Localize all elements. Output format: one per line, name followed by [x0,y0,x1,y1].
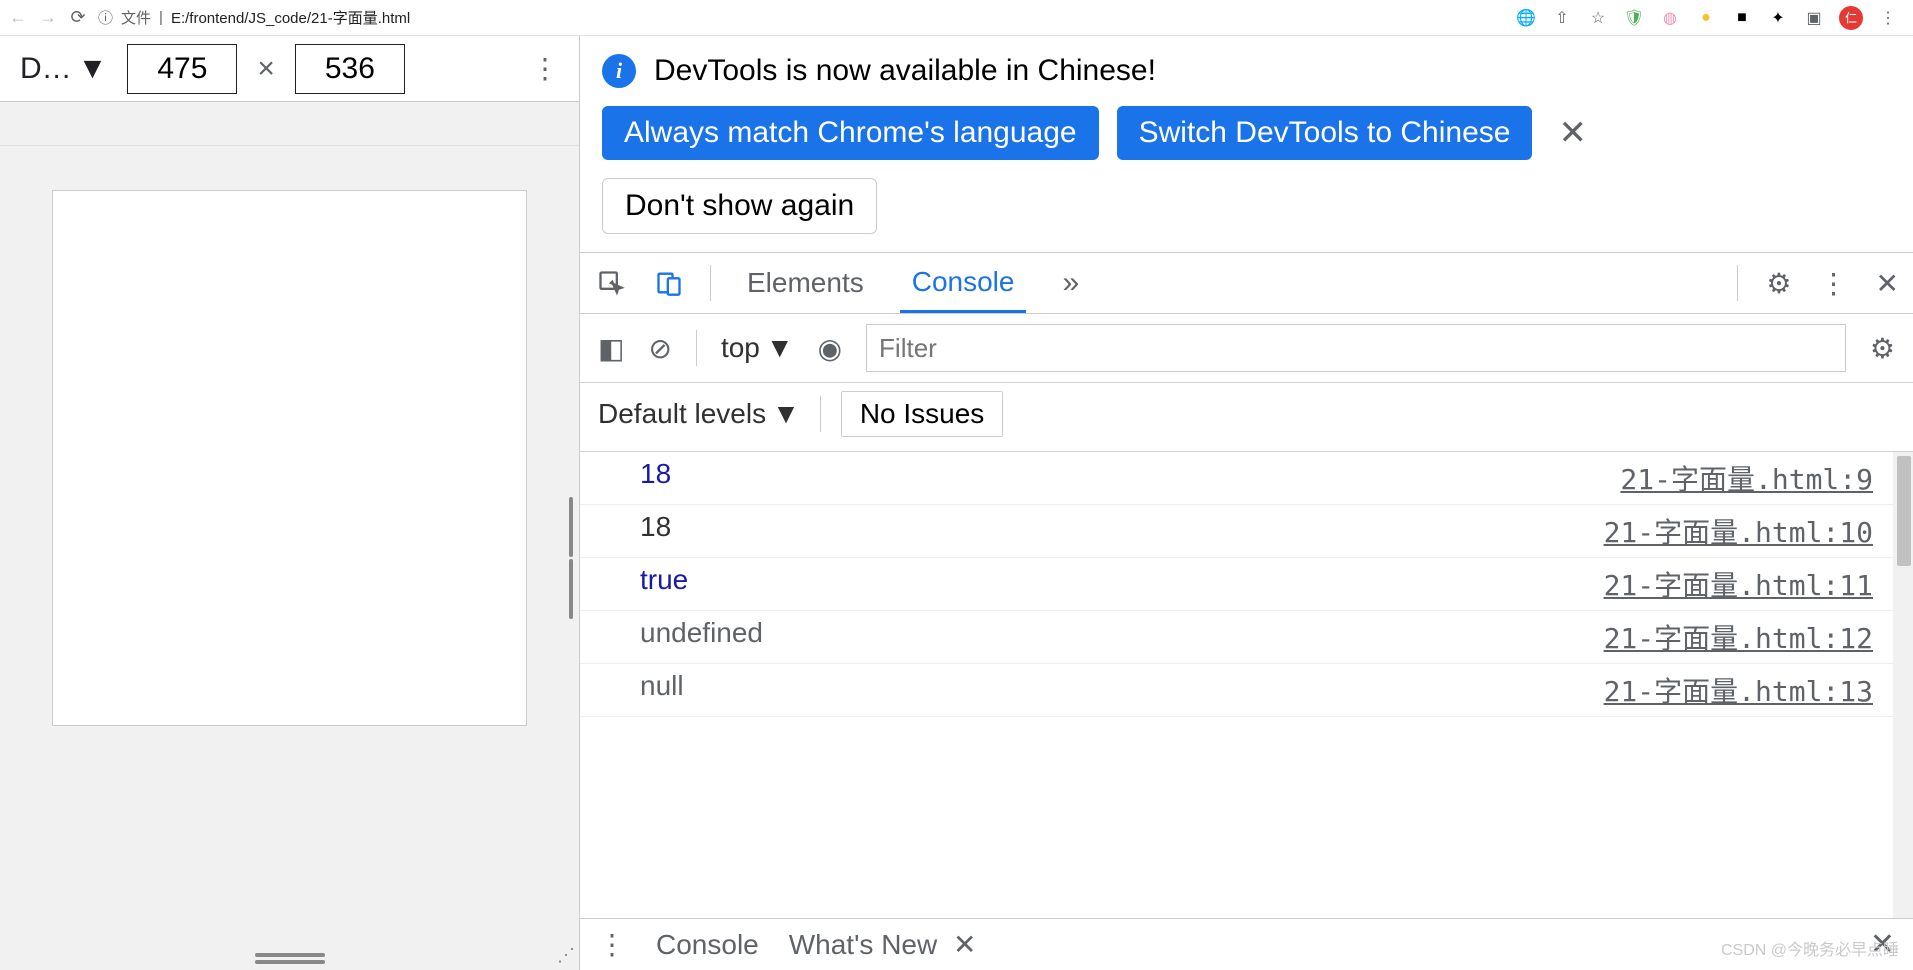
profile-avatar[interactable]: 仁 [1839,6,1863,30]
file-label: 文件 [121,7,151,28]
bookmark-icon[interactable]: ☆ [1587,7,1609,29]
close-devtools-icon[interactable]: ✕ [1876,267,1899,300]
switch-language-button[interactable]: Switch DevTools to Chinese [1117,106,1533,160]
console-settings-icon[interactable]: ⚙ [1870,332,1895,365]
gear-icon[interactable]: ⚙ [1766,267,1791,300]
filter-input[interactable] [866,324,1846,372]
puzzle-icon[interactable]: ✦ [1767,7,1789,29]
issues-button[interactable]: No Issues [841,391,1004,437]
chevron-down-icon: ▼ [766,332,794,364]
height-input[interactable] [295,44,405,94]
browser-toolbar: ← → ⟳ ⓘ 文件 | E:/frontend/JS_code/21-字面量.… [0,0,1913,36]
scrollbar-track[interactable] [1893,452,1913,918]
url-text: E:/frontend/JS_code/21-字面量.html [171,7,410,28]
translate-icon[interactable]: 🌐 [1515,7,1537,29]
width-input[interactable] [127,44,237,94]
ruler-strip [0,102,579,146]
dont-show-button[interactable]: Don't show again [602,178,877,234]
log-source-link[interactable]: 21-字面量.html:11 [1604,564,1873,604]
square-ext-icon[interactable]: ■ [1731,7,1753,29]
main-split: D… ▼ × ⋮ ⋰ i DevTools is now available i… [0,36,1913,970]
context-label: top [721,332,760,364]
shield-icon[interactable]: 🛡 [1623,7,1645,29]
devtools-tabs: Elements Console » ⚙ ⋮ ✕ [580,252,1913,314]
log-row[interactable]: true 21-字面量.html:11 [580,558,1913,611]
console-toolbar-2: Default levels ▼ No Issues [580,383,1913,452]
tab-console[interactable]: Console [900,253,1027,313]
log-value: 18 [640,511,671,551]
log-source-link[interactable]: 21-字面量.html:9 [1620,458,1873,498]
log-value: null [640,670,684,710]
globe-ext-icon[interactable]: ● [1695,7,1717,29]
drawer-tab-console[interactable]: Console [656,929,759,961]
addr-sep: | [159,9,163,26]
device-more-icon[interactable]: ⋮ [531,52,559,85]
log-row[interactable]: 18 21-字面量.html:9 [580,452,1913,505]
separator [820,396,821,432]
context-select[interactable]: top ▼ [721,332,794,364]
log-value: undefined [640,617,763,657]
clear-console-icon[interactable]: ⊘ [648,332,671,365]
log-value: 18 [640,458,671,498]
cat-ext-icon[interactable]: ◍ [1659,7,1681,29]
resize-handle-vertical[interactable] [569,497,573,619]
info-icon: i [602,54,636,88]
panel-icon[interactable]: ▣ [1803,7,1825,29]
close-icon[interactable]: ✕ [1558,113,1587,153]
device-select[interactable]: D… ▼ [20,52,107,86]
device-toggle-icon[interactable] [652,266,686,300]
kebab-icon[interactable]: ⋮ [1820,267,1848,300]
emulated-page[interactable] [52,190,527,726]
language-infobar: i DevTools is now available in Chinese! … [580,36,1913,252]
share-icon[interactable]: ⇧ [1551,7,1573,29]
chevron-down-icon: ▼ [772,398,800,430]
watermark: CSDN @今晚务必早点睡 [1721,936,1899,960]
close-tab-icon[interactable]: ✕ [953,929,976,960]
sidebar-toggle-icon[interactable]: ◧ [598,332,624,365]
back-icon[interactable]: ← [8,8,28,28]
dimension-x: × [257,52,275,86]
device-label: D… [20,52,72,86]
console-log-list: 18 21-字面量.html:9 18 21-字面量.html:10 true 21-字面… [580,452,1913,918]
drawer-tab-whatsnew[interactable]: What's New ✕ [789,928,977,961]
reload-icon[interactable]: ⟳ [68,8,88,28]
eye-icon[interactable]: ◉ [818,332,842,365]
resize-handle-corner[interactable]: ⋰ [557,945,575,966]
device-pane: D… ▼ × ⋮ ⋰ [0,36,580,970]
log-source-link[interactable]: 21-字面量.html:12 [1604,617,1873,657]
levels-label: Default levels [598,398,766,430]
separator [710,265,711,301]
log-value: true [640,564,688,604]
log-source-link[interactable]: 21-字面量.html:10 [1604,511,1873,551]
drawer-menu-icon[interactable]: ⋮ [598,928,626,961]
separator [696,330,697,366]
inspect-icon[interactable] [594,266,628,300]
log-levels-select[interactable]: Default levels ▼ [598,398,800,430]
console-toolbar: ◧ ⊘ top ▼ ◉ ⚙ [580,314,1913,383]
address-bar[interactable]: ⓘ 文件 | E:/frontend/JS_code/21-字面量.html [98,7,1505,28]
info-icon: ⓘ [98,7,113,28]
log-source-link[interactable]: 21-字面量.html:13 [1604,670,1873,710]
tab-elements[interactable]: Elements [735,253,876,313]
separator [1737,265,1738,301]
infobar-message: DevTools is now available in Chinese! [654,54,1156,88]
device-toolbar: D… ▼ × ⋮ [0,36,579,102]
tab-more-icon[interactable]: » [1050,253,1091,313]
extensions-row: 🌐 ⇧ ☆ 🛡 ◍ ● ■ ✦ ▣ 仁 ⋮ [1515,6,1905,30]
log-row[interactable]: 18 21-字面量.html:10 [580,505,1913,558]
devtools-pane: i DevTools is now available in Chinese! … [580,36,1913,970]
scrollbar-thumb[interactable] [1897,456,1911,566]
viewport-area: ⋰ [0,146,579,970]
chevron-down-icon: ▼ [78,52,108,86]
drawer-tabs: ⋮ Console What's New ✕ ✕ [580,918,1913,970]
log-row[interactable]: undefined 21-字面量.html:12 [580,611,1913,664]
resize-handle-horizontal[interactable] [255,953,325,964]
chrome-menu-icon[interactable]: ⋮ [1877,7,1899,29]
forward-icon[interactable]: → [38,8,58,28]
log-row[interactable]: null 21-字面量.html:13 [580,664,1913,717]
match-language-button[interactable]: Always match Chrome's language [602,106,1099,160]
